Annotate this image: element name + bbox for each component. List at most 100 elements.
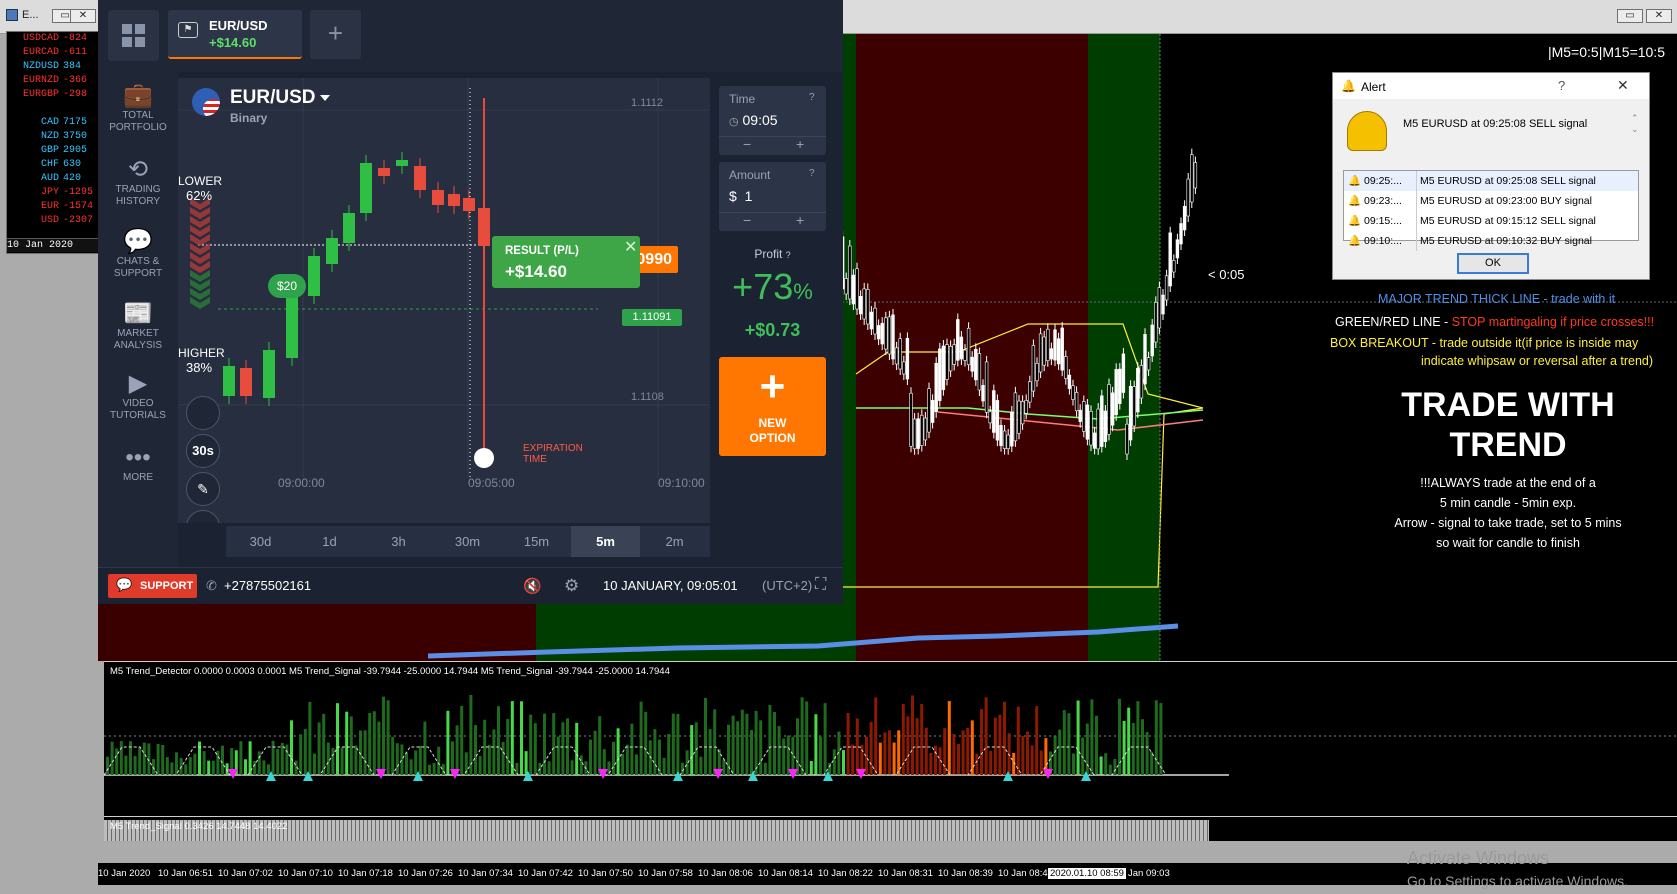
phone-number[interactable]: +27875502161 [224,578,311,593]
market-watch-row[interactable]: CAD 7175 [7,116,99,130]
time-axis-label: 10 Jan 06:51 [158,868,213,879]
timeframe-3h[interactable]: 3h [364,526,433,557]
market-watch-row[interactable]: GBP 2905 [7,144,99,158]
sidebar-item-news[interactable]: 📰 MARKET ANALYSIS [98,300,178,352]
market-watch-row[interactable]: USD -2307 [7,214,99,228]
market-watch-row[interactable] [7,102,99,116]
chart-type-button[interactable] [186,396,220,430]
time-axis-label: 10 Jan 07:34 [458,868,513,879]
timeframe-bar: 30d 1d 3h 30m 15m 5m 2m [226,526,710,557]
amount-minus-button[interactable]: − [743,212,751,228]
settings-gear-icon[interactable]: ⚙ [564,576,579,596]
timeframe-30m[interactable]: 30m [433,526,502,557]
big-title-1: TRADE WITH [1401,386,1615,424]
support-button[interactable]: 💬 SUPPORT [108,574,197,598]
market-watch-row[interactable]: JPY -1295 [7,186,99,200]
alert-message: M5 EURUSD at 09:25:08 SELL signal [1403,118,1588,130]
timeframe-30d[interactable]: 30d [226,526,295,557]
market-watch-row[interactable]: CHF 630 [7,158,99,172]
amount-plus-button[interactable]: + [796,212,804,228]
asset-tab[interactable]: ⚑ EUR/USD +$14.60 [168,10,302,59]
sidebar-label: HISTORY [115,196,161,207]
higher-label: HIGHER [178,346,225,360]
alert-time: 09:23:... [1364,195,1402,207]
value: -2307 [63,215,94,226]
market-watch-panel: USDCAD -824 EURCAD -611 NZDUSD 384 EURNZD -366 E… [6,31,100,254]
alert-list-item[interactable]: 🔔 09:23:... M5 EURUSD at 09:23:00 BUY sign… [1344,191,1638,211]
grid-icon [122,24,132,34]
symbol: EURGBP [22,89,59,100]
sidebar-item-chat[interactable]: 💬 CHATS & SUPPORT [98,228,178,280]
time-tick: 09:10:00 [658,476,705,490]
pencil-icon[interactable]: ✎ [186,472,220,506]
indicator-panel-2[interactable]: M5 Trend_Signal 0.3426 14.7448 14.4022 [104,816,1677,841]
alert-list[interactable]: 🔔 09:25:... M5 EURUSD at 09:25:08 SELL sig… [1343,170,1639,251]
grid-menu-button[interactable] [108,10,159,61]
market-watch-row[interactable]: NZDUSD 384 [7,60,99,74]
market-watch-row[interactable]: EURGBP -298 [7,88,99,102]
sidebar-item-more[interactable]: ••• MORE [98,444,178,484]
timeframe-5m[interactable]: 5m [571,526,640,557]
fullscreen-icon[interactable]: ⛶ [815,576,826,594]
bell-icon: 🔔 [1341,79,1356,93]
interval-button[interactable]: 30s [186,434,220,468]
market-watch-row[interactable]: EURNZD -366 [7,74,99,88]
bell-large-icon [1347,111,1387,151]
ok-button[interactable]: OK [1457,253,1529,274]
main-minimize-button[interactable]: ▭ [1617,9,1643,23]
timeframe-2m[interactable]: 2m [640,526,709,557]
market-watch-row[interactable]: USDCAD -824 [7,32,99,46]
alert-msg: M5 EURUSD at 09:23:00 BUY signal [1416,191,1592,211]
symbol: EUR [40,201,59,212]
market-watch-footer: 10 Jan 2020 [7,238,99,252]
amount-field[interactable]: Amount ? $ 1 − + [719,162,826,231]
news-icon: 📰 [123,300,153,327]
flag-icon: ⚑ [178,22,198,38]
close-icon[interactable]: ✕ [624,237,637,257]
indicator-panel[interactable]: M5 Trend_Detector 0.0000 0.0003 0.0001 M… [104,661,1677,816]
market-watch-row[interactable]: NZD 3750 [7,130,99,144]
chat-icon: 💬 [123,228,153,255]
mute-icon[interactable]: 🔇 [523,577,542,595]
main-close-button[interactable]: ✕ [1646,9,1672,23]
asset-type: Binary [230,111,268,125]
datetime: 10 JANUARY, 09:05:01 [603,578,738,593]
time-axis-label: 10 Jan 07:18 [338,868,393,879]
chevron-down-icon[interactable] [320,95,330,101]
time-plus-button[interactable]: + [796,136,804,152]
asset-name[interactable]: EUR/USD [230,87,316,109]
sidebar-label: SUPPORT [113,268,163,279]
symbol: EURNZD [22,75,59,86]
close-button[interactable]: ✕ [70,9,96,23]
legend-major-trend: MAJOR TREND THICK LINE - trade with it [1378,292,1616,306]
new-option-button[interactable]: + NEW OPTION [719,357,826,456]
bet-amount-badge: $20 [268,274,306,298]
iq-price-chart[interactable]: EUR/USD Binary 1.1112 1.1108 1.11091 099… [178,78,710,523]
amount-value[interactable]: $ 1 [729,188,752,204]
timeframe-15m[interactable]: 15m [502,526,571,557]
market-watch-row[interactable]: EURCAD -611 [7,46,99,60]
time-field[interactable]: Time ? ◷ 09:05 − + [719,86,826,155]
add-tab-button[interactable]: + [310,10,361,59]
eur-usd-flag-icon [192,88,220,116]
market-watch-row[interactable]: EUR -1574 [7,200,99,214]
timeframe-1d[interactable]: 1d [295,526,364,557]
scroll-arrows-icon[interactable]: ⌃ ⌄ [1631,113,1639,135]
alert-list-item[interactable]: 🔔 09:10:... M5 EURUSD at 09:10:32 BUY sign… [1344,231,1638,251]
symbol: AUD [40,173,59,184]
value: 384 [63,61,82,72]
sidebar-item-play[interactable]: ▶ VIDEO TUTORIALS [98,370,178,422]
time-minus-button[interactable]: − [743,136,751,152]
help-button[interactable]: ? [1558,78,1565,93]
iq-footer: 💬 SUPPORT ✆ +27875502161 🔇 ⚙ 10 JANUARY,… [98,567,843,604]
alert-list-item[interactable]: 🔔 09:15:... M5 EURUSD at 09:15:12 SELL sig… [1344,211,1638,231]
sidebar-item-briefcase[interactable]: 💼 TOTAL PORTFOLIO [98,82,178,134]
plus-icon: + [759,362,786,411]
sidebar-item-history[interactable]: ⟲ TRADING HISTORY [98,156,178,208]
iq-top-bar: ⚑ EUR/USD +$14.60 + [98,0,843,72]
alert-list-item[interactable]: 🔔 09:25:... M5 EURUSD at 09:25:08 SELL sig… [1344,171,1638,191]
bell-icon: 🔔 [1348,215,1362,227]
current-price-label: 1.11091 [622,309,682,326]
alert-close-button[interactable]: ✕ [1617,77,1629,94]
market-watch-row[interactable]: AUD 420 [7,172,99,186]
